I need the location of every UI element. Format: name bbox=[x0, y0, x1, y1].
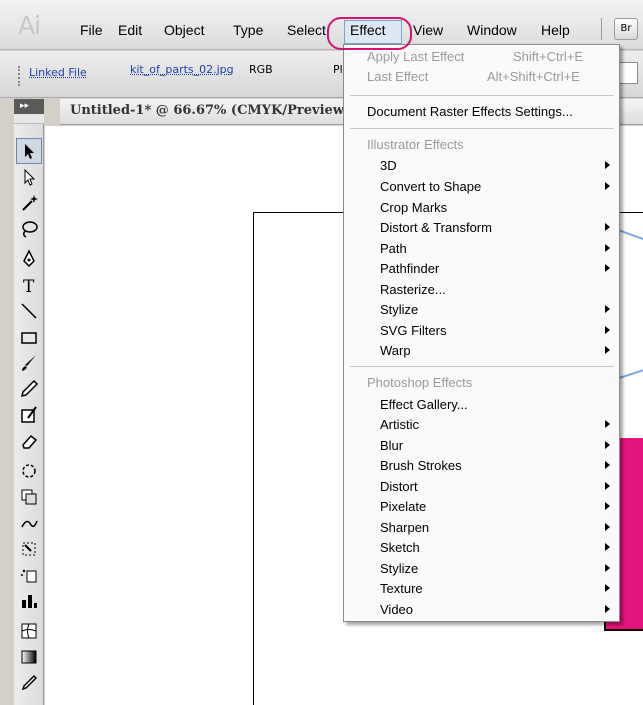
menu-view[interactable]: View bbox=[413, 22, 443, 38]
bridge-button[interactable]: Br bbox=[614, 18, 638, 40]
menu-select[interactable]: Select bbox=[287, 22, 326, 38]
blob-brush-tool-icon[interactable] bbox=[16, 402, 42, 428]
pen-tool-icon[interactable] bbox=[16, 246, 42, 272]
submenu-arrow-icon bbox=[605, 244, 610, 252]
magic-wand-tool-icon[interactable] bbox=[16, 190, 42, 216]
menu-item-artistic[interactable]: Artistic bbox=[380, 417, 419, 432]
submenu-arrow-icon bbox=[605, 346, 610, 354]
menubar-separator bbox=[601, 18, 602, 40]
menu-item-pixelate[interactable]: Pixelate bbox=[380, 499, 426, 514]
tools-panel-header[interactable]: ▸▸ bbox=[14, 99, 44, 114]
menu-item-stylize-photoshop[interactable]: Stylize bbox=[380, 561, 418, 576]
menu-item-svg-filters[interactable]: SVG Filters bbox=[380, 323, 446, 338]
menu-item-rasterize[interactable]: Rasterize... bbox=[380, 282, 446, 297]
svg-text:T: T bbox=[23, 277, 35, 295]
menu-header-photoshop-effects: Photoshop Effects bbox=[367, 375, 473, 390]
control-bar-grip[interactable] bbox=[18, 66, 21, 86]
submenu-arrow-icon bbox=[605, 564, 610, 572]
filename-link[interactable]: kit_of_parts_02.jpg bbox=[130, 63, 234, 76]
lasso-tool-icon[interactable] bbox=[16, 216, 42, 242]
menu-item-distort[interactable]: Distort bbox=[380, 479, 418, 494]
rotate-tool-icon[interactable] bbox=[16, 458, 42, 484]
menu-item-warp[interactable]: Warp bbox=[380, 343, 411, 358]
menu-item-crop-marks[interactable]: Crop Marks bbox=[380, 200, 447, 215]
submenu-arrow-icon bbox=[605, 482, 610, 490]
submenu-arrow-icon bbox=[605, 305, 610, 313]
submenu-arrow-icon bbox=[605, 523, 610, 531]
eraser-tool-icon[interactable] bbox=[16, 428, 42, 454]
menu-file[interactable]: File bbox=[80, 22, 103, 38]
menu-type[interactable]: Type bbox=[233, 22, 263, 38]
menu-item-document-raster-effects-settings[interactable]: Document Raster Effects Settings... bbox=[367, 104, 573, 119]
menu-item-brush-strokes[interactable]: Brush Strokes bbox=[380, 458, 462, 473]
menu-item-path[interactable]: Path bbox=[380, 241, 407, 256]
submenu-arrow-icon bbox=[605, 605, 610, 613]
controlbar-truncated-label: Pl bbox=[333, 63, 343, 76]
submenu-arrow-icon bbox=[605, 543, 610, 551]
illustrator-logo: Ai bbox=[18, 11, 41, 40]
menu-item-stylize[interactable]: Stylize bbox=[380, 302, 418, 317]
line-segment-tool-icon[interactable] bbox=[16, 298, 42, 324]
selection-tool-icon[interactable] bbox=[16, 138, 42, 164]
eyedropper-tool-icon[interactable] bbox=[16, 670, 42, 696]
gradient-tool-icon[interactable] bbox=[16, 644, 42, 670]
controlbar-input-field[interactable] bbox=[618, 62, 638, 84]
menu-header-illustrator-effects: Illustrator Effects bbox=[367, 137, 464, 152]
scale-tool-icon[interactable] bbox=[16, 484, 42, 510]
mesh-tool-icon[interactable] bbox=[16, 618, 42, 644]
type-tool-icon[interactable]: T bbox=[16, 272, 42, 298]
menu-object[interactable]: Object bbox=[164, 22, 204, 38]
paintbrush-tool-icon[interactable] bbox=[16, 350, 42, 376]
menu-help[interactable]: Help bbox=[541, 22, 570, 38]
menu-item-apply-last-effect[interactable]: Apply Last Effect bbox=[367, 49, 464, 64]
menu-item-effect-gallery[interactable]: Effect Gallery... bbox=[380, 397, 468, 412]
free-transform-tool-icon[interactable] bbox=[16, 536, 42, 562]
submenu-arrow-icon bbox=[605, 264, 610, 272]
menu-separator bbox=[350, 366, 614, 367]
color-mode-label: RGB bbox=[249, 63, 273, 76]
submenu-arrow-icon bbox=[605, 584, 610, 592]
menu-item-3d[interactable]: 3D bbox=[380, 158, 397, 173]
warp-tool-icon[interactable] bbox=[16, 510, 42, 536]
menu-item-blur[interactable]: Blur bbox=[380, 438, 403, 453]
column-graph-tool-icon[interactable] bbox=[16, 588, 42, 614]
rectangle-tool-icon[interactable] bbox=[16, 324, 42, 350]
submenu-arrow-icon bbox=[605, 161, 610, 169]
menu-separator bbox=[350, 128, 614, 129]
symbol-sprayer-tool-icon[interactable] bbox=[16, 562, 42, 588]
submenu-arrow-icon bbox=[605, 502, 610, 510]
menu-item-pathfinder[interactable]: Pathfinder bbox=[380, 261, 439, 276]
shortcut-apply-last-effect: Shift+Ctrl+E bbox=[513, 49, 584, 64]
menu-item-texture[interactable]: Texture bbox=[380, 581, 423, 596]
menu-edit[interactable]: Edit bbox=[118, 22, 142, 38]
direct-selection-tool-icon[interactable] bbox=[16, 164, 42, 190]
linked-file-link[interactable]: Linked File bbox=[29, 66, 87, 79]
shortcut-last-effect: Alt+Shift+Ctrl+E bbox=[487, 69, 580, 84]
submenu-arrow-icon bbox=[605, 420, 610, 428]
menu-item-sketch[interactable]: Sketch bbox=[380, 540, 420, 555]
menu-window[interactable]: Window bbox=[467, 22, 517, 38]
effect-highlight-ring bbox=[327, 17, 412, 50]
submenu-arrow-icon bbox=[605, 461, 610, 469]
menu-item-video[interactable]: Video bbox=[380, 602, 413, 617]
submenu-arrow-icon bbox=[605, 441, 610, 449]
menu-item-sharpen[interactable]: Sharpen bbox=[380, 520, 429, 535]
pencil-tool-icon[interactable] bbox=[16, 376, 42, 402]
menu-item-distort-transform[interactable]: Distort & Transform bbox=[380, 220, 492, 235]
document-tab[interactable]: Untitled-1* @ 66.67% (CMYK/Preview) bbox=[70, 103, 350, 118]
submenu-arrow-icon bbox=[605, 182, 610, 190]
menu-item-convert-to-shape[interactable]: Convert to Shape bbox=[380, 179, 481, 194]
submenu-arrow-icon bbox=[605, 223, 610, 231]
tools-panel-grip[interactable] bbox=[14, 114, 44, 124]
tools-panel: T bbox=[14, 124, 44, 705]
menu-separator bbox=[350, 95, 614, 96]
submenu-arrow-icon bbox=[605, 326, 610, 334]
menu-item-last-effect[interactable]: Last Effect bbox=[367, 69, 428, 84]
